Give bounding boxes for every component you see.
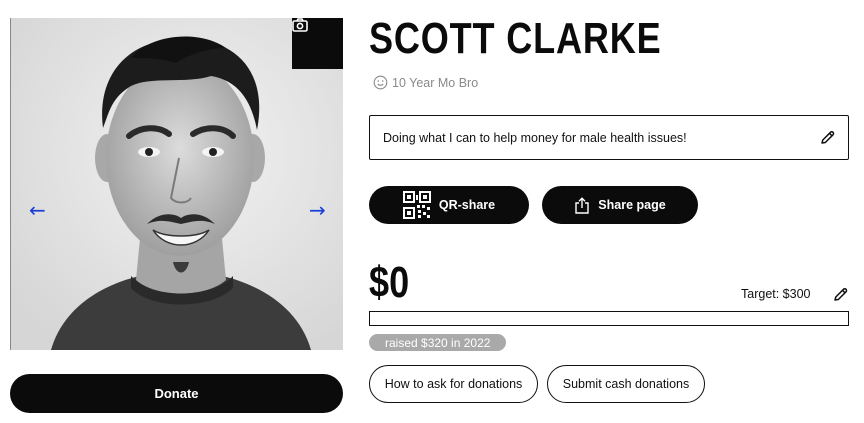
camera-icon xyxy=(292,18,308,32)
share-page-label: Share page xyxy=(598,198,666,212)
previous-photo-arrow-icon[interactable]: ← xyxy=(29,200,46,220)
share-icon xyxy=(575,196,589,214)
smiley-icon xyxy=(373,75,388,90)
profile-photo: ← → xyxy=(10,18,343,350)
history-badge: raised $320 in 2022 xyxy=(369,334,507,351)
pencil-icon xyxy=(834,288,848,301)
description-box: Doing what I can to help money for male … xyxy=(369,115,849,160)
target-label: Target: $300 xyxy=(741,287,811,301)
donate-button[interactable]: Donate xyxy=(10,374,343,413)
description-text: Doing what I can to help money for male … xyxy=(383,130,687,145)
qr-share-button[interactable]: QR-share xyxy=(369,186,529,224)
how-to-ask-button[interactable]: How to ask for donations xyxy=(369,365,538,403)
edit-target-button[interactable] xyxy=(832,287,848,308)
progress-bar xyxy=(369,311,849,326)
qr-share-label: QR-share xyxy=(438,198,496,212)
next-photo-arrow-icon[interactable]: → xyxy=(309,200,326,220)
profile-name: SCOTT CLARKE xyxy=(369,14,662,63)
tenure-badge: 10 Year Mo Bro xyxy=(373,75,478,90)
submit-cash-button[interactable]: Submit cash donations xyxy=(547,365,705,403)
amount-raised: $0 xyxy=(369,258,410,307)
share-page-button[interactable]: Share page xyxy=(542,186,698,224)
pencil-icon xyxy=(821,131,835,144)
tenure-text: 10 Year Mo Bro xyxy=(392,75,479,90)
qr-code-icon xyxy=(402,191,431,219)
edit-description-button[interactable] xyxy=(819,130,835,149)
change-photo-button[interactable] xyxy=(292,18,343,69)
